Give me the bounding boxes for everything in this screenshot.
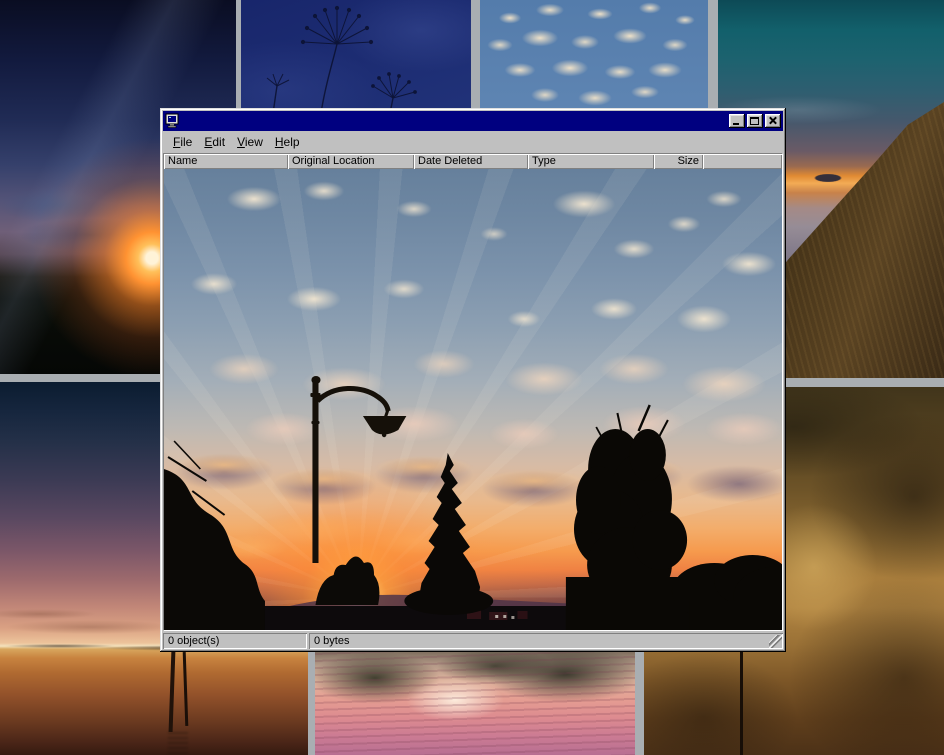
- maximize-icon: [750, 117, 759, 125]
- menu-file[interactable]: File: [167, 133, 198, 151]
- column-header-spacer[interactable]: [703, 154, 782, 169]
- status-bytes: 0 bytes: [309, 633, 783, 649]
- list-view: Name Original Location Date Deleted Type…: [163, 153, 783, 631]
- status-bar: 0 object(s) 0 bytes: [163, 633, 783, 649]
- photo-silhouettes: [164, 169, 782, 630]
- column-header-type[interactable]: Type: [528, 154, 654, 169]
- list-area-photo-background[interactable]: [164, 169, 782, 630]
- close-button[interactable]: [765, 114, 781, 128]
- column-header-name[interactable]: Name: [164, 154, 288, 169]
- column-header-row: Name Original Location Date Deleted Type…: [164, 154, 782, 169]
- menu-edit[interactable]: Edit: [198, 133, 231, 151]
- menu-view[interactable]: View: [231, 133, 269, 151]
- window-controls: [729, 114, 781, 128]
- recycle-bin-window: File Edit View Help Name Original Locati…: [160, 108, 786, 652]
- column-header-original-location[interactable]: Original Location: [288, 154, 414, 169]
- resize-grip[interactable]: [769, 635, 782, 648]
- column-header-date-deleted[interactable]: Date Deleted: [414, 154, 528, 169]
- minimize-button[interactable]: [729, 114, 745, 128]
- computer-icon: [165, 113, 181, 129]
- title-bar[interactable]: [163, 111, 783, 131]
- water-pole: [183, 652, 189, 726]
- close-icon: [769, 117, 777, 124]
- pole-reflection: [168, 732, 188, 755]
- status-objects: 0 object(s): [163, 633, 307, 649]
- menu-help[interactable]: Help: [269, 133, 306, 151]
- minimize-icon: [733, 123, 739, 125]
- thin-pole: [740, 643, 743, 755]
- menu-bar: File Edit View Help: [163, 131, 783, 153]
- column-header-size[interactable]: Size: [654, 154, 703, 169]
- maximize-button[interactable]: [747, 114, 763, 128]
- water-pole: [169, 650, 176, 732]
- desktop: File Edit View Help Name Original Locati…: [0, 0, 944, 755]
